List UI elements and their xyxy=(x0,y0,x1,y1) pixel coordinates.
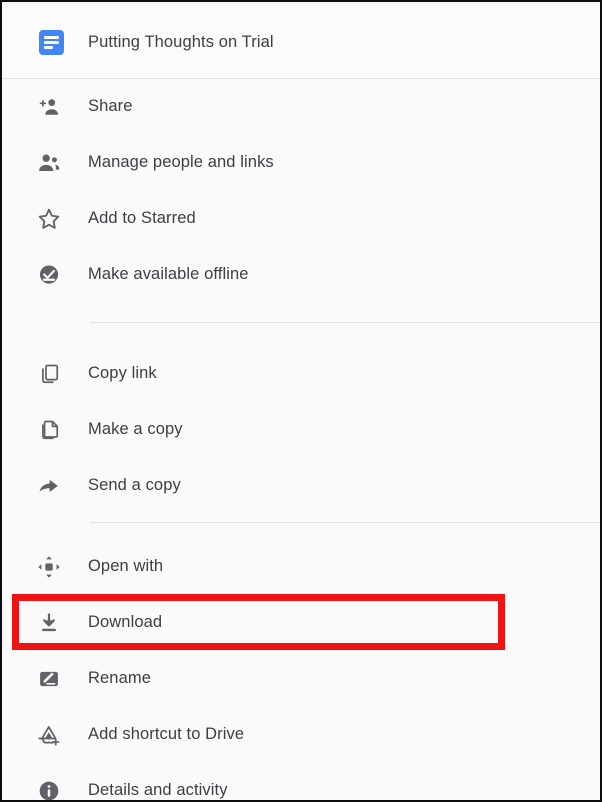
menu-item-open-with[interactable]: Open with xyxy=(2,538,600,594)
info-icon xyxy=(36,778,62,800)
send-arrow-icon xyxy=(36,473,62,499)
menu-item-add-shortcut-to-drive[interactable]: Add shortcut to Drive xyxy=(2,706,600,762)
menu-item-add-to-starred[interactable]: Add to Starred xyxy=(2,190,600,246)
menu-item-manage-people-and-links[interactable]: Manage people and links xyxy=(2,134,600,190)
menu-item-label: Details and activity xyxy=(88,781,228,799)
menu-item-label: Open with xyxy=(88,557,164,575)
menu-item-copy-link[interactable]: Copy link xyxy=(2,345,600,401)
rename-pencil-icon xyxy=(36,666,62,692)
google-docs-icon xyxy=(39,30,64,55)
menu-item-details-and-activity[interactable]: Details and activity xyxy=(2,762,600,800)
menu-item-label: Share xyxy=(88,97,133,115)
menu-item-label: Manage people and links xyxy=(88,153,274,171)
menu-item-download[interactable]: Download xyxy=(2,594,600,650)
menu-item-label: Rename xyxy=(88,669,151,687)
open-with-icon xyxy=(36,554,62,580)
add-shortcut-drive-icon xyxy=(36,722,62,748)
menu-item-label: Send a copy xyxy=(88,476,181,494)
make-copy-icon xyxy=(36,417,62,443)
download-icon xyxy=(36,610,62,636)
page-title: Putting Thoughts on Trial xyxy=(88,33,274,51)
menu-item-send-a-copy[interactable]: Send a copy xyxy=(2,457,600,513)
group-divider-1 xyxy=(90,322,600,323)
menu-item-label: Download xyxy=(88,613,163,631)
menu-item-label: Add to Starred xyxy=(88,209,196,227)
app-window: Putting Thoughts on Trial Share Manage p… xyxy=(0,0,602,802)
menu-item-share[interactable]: Share xyxy=(2,78,600,134)
file-options-sheet: Putting Thoughts on Trial Share Manage p… xyxy=(2,2,600,800)
menu-item-make-available-offline[interactable]: Make available offline xyxy=(2,246,600,302)
menu-item-label: Copy link xyxy=(88,364,157,382)
document-header: Putting Thoughts on Trial xyxy=(2,2,600,78)
menu-item-rename[interactable]: Rename xyxy=(2,650,600,706)
people-icon xyxy=(36,150,62,176)
group-divider-2 xyxy=(90,522,600,523)
offline-check-icon xyxy=(36,262,62,288)
menu-item-label: Make available offline xyxy=(88,265,249,283)
person-add-icon xyxy=(36,94,62,120)
copy-link-icon xyxy=(36,361,62,387)
menu-item-make-a-copy[interactable]: Make a copy xyxy=(2,401,600,457)
menu-item-label: Add shortcut to Drive xyxy=(88,725,245,743)
menu-item-label: Make a copy xyxy=(88,420,183,438)
star-outline-icon xyxy=(36,206,62,232)
